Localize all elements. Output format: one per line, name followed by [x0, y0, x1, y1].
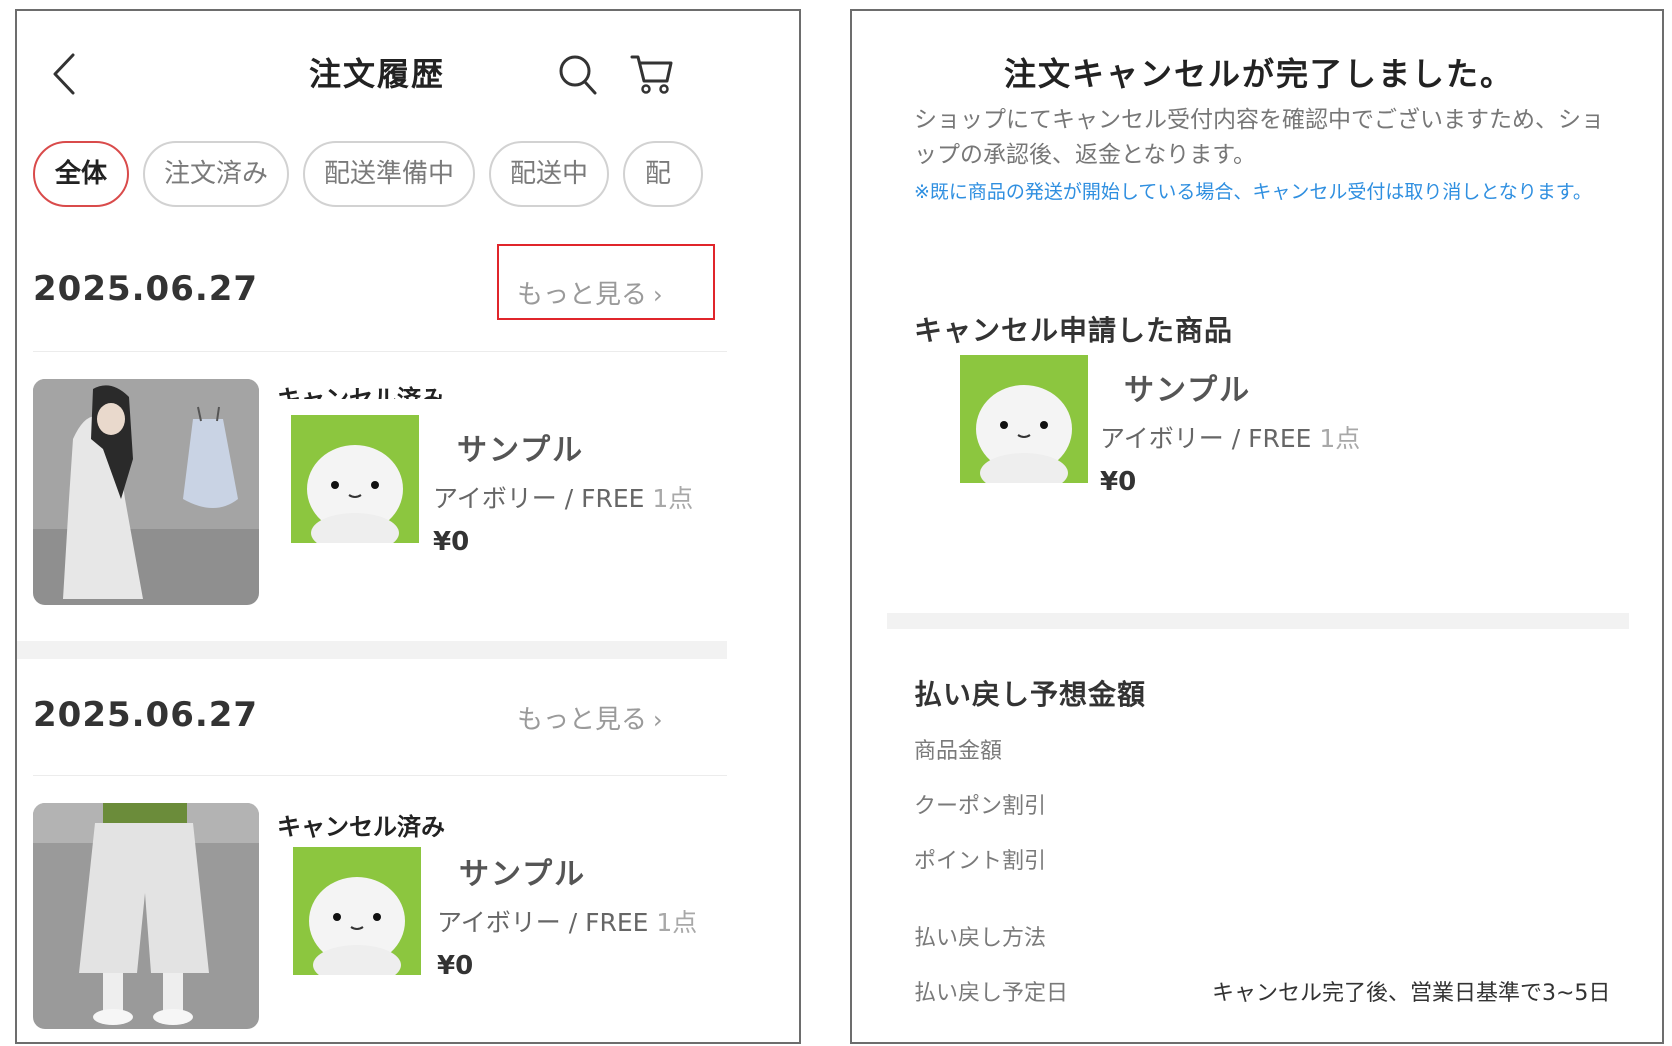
product-price: ¥0: [437, 951, 474, 981]
product-name: サンプル: [1124, 373, 1252, 408]
more-link[interactable]: もっと見る ›: [517, 699, 663, 736]
cancel-items-title: キャンセル申請した商品: [914, 314, 1234, 347]
order-status: キャンセル済み: [277, 813, 445, 841]
cancel-complete-screen: 注文キャンセルが完了しました。 ショップにてキャンセル受付内容を確認中でございま…: [850, 9, 1664, 1044]
product-photo[interactable]: [33, 803, 259, 1029]
tab-shipping[interactable]: 配送中: [489, 141, 609, 207]
product-thumbnail[interactable]: [293, 847, 421, 985]
refund-label-date: 払い戻し予定日: [914, 981, 1069, 1006]
divider: [33, 351, 727, 352]
cancel-description: ショップにてキャンセル受付内容を確認中でございますため、ショップの承認後、返金と…: [914, 107, 1604, 168]
divider: [33, 775, 727, 776]
chevron-right-icon: ›: [653, 706, 663, 734]
cancel-note: ※既に商品の発送が開始している場合、キャンセル受付は取り消しとなります。: [914, 181, 1592, 203]
refund-label-points: ポイント割引: [914, 849, 1047, 874]
search-icon[interactable]: [557, 51, 599, 97]
refund-date-value: キャンセル完了後、営業日基準で3~5日: [1212, 981, 1611, 1006]
cart-icon[interactable]: [629, 49, 675, 97]
section-gap: [17, 641, 727, 659]
order-date: 2025.06.27: [33, 269, 259, 309]
order-date: 2025.06.27: [33, 695, 259, 735]
refund-label-method: 払い戻し方法: [914, 926, 1047, 951]
page-title: 注文履歴: [308, 55, 445, 93]
highlight-box: [497, 244, 715, 320]
tab-delivered-partial[interactable]: 配: [623, 141, 703, 207]
refund-label-coupon: クーポン割引: [914, 794, 1047, 819]
tab-all[interactable]: 全体: [33, 141, 129, 207]
product-variant: アイボリー / FREE 1点: [1100, 424, 1361, 453]
status-filter-tabs: 全体 注文済み 配送準備中 配送中 配: [33, 141, 727, 215]
chevron-left-icon[interactable]: [45, 49, 85, 99]
order-status: キャンセル済み: [277, 385, 445, 399]
product-name: サンプル: [459, 857, 587, 892]
section-gap: [887, 613, 1629, 629]
refund-section-title: 払い戻し予想金額: [914, 678, 1147, 711]
refund-label-item-amount: 商品金額: [914, 739, 1003, 764]
product-name: サンプル: [457, 433, 585, 468]
order-history-screen: 注文履歴 全体 注文済み 配送準備中 配送中 配 2025.06.27 もっと見…: [15, 9, 801, 1044]
product-thumbnail[interactable]: [291, 415, 419, 553]
product-thumbnail[interactable]: [960, 355, 1088, 493]
product-variant: アイボリー / FREE 1点: [437, 908, 698, 937]
product-variant: アイボリー / FREE 1点: [433, 484, 694, 513]
tab-ordered[interactable]: 注文済み: [143, 141, 289, 207]
tab-preparing[interactable]: 配送準備中: [303, 141, 475, 207]
product-price: ¥0: [1100, 467, 1137, 497]
product-photo[interactable]: [33, 379, 259, 605]
product-price: ¥0: [433, 527, 470, 557]
page-title: 注文キャンセルが完了しました。: [1003, 55, 1514, 93]
